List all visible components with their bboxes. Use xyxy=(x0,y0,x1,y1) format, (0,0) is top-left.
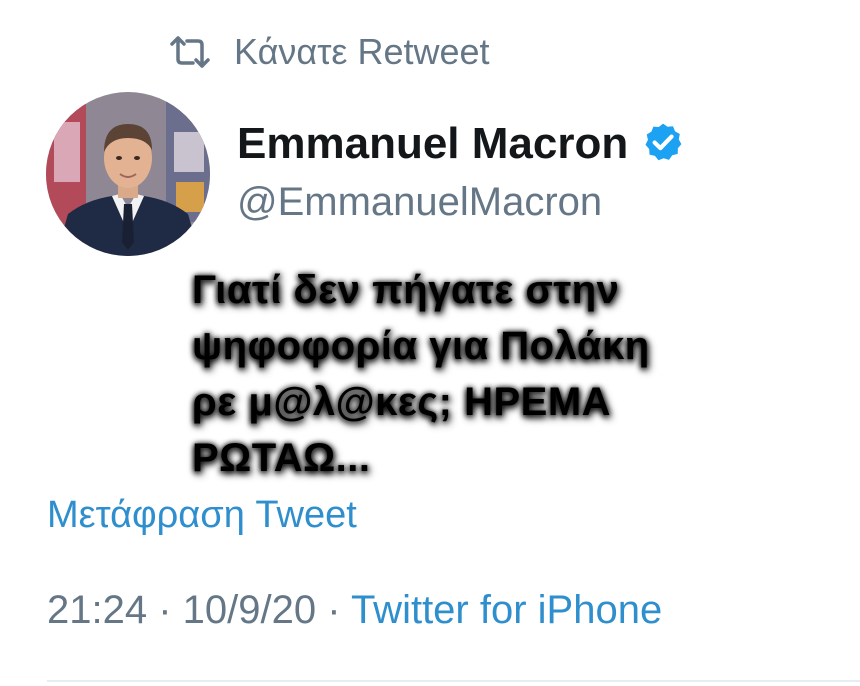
author-display-name[interactable]: Emmanuel Macron xyxy=(237,119,628,169)
verified-badge-icon xyxy=(642,121,684,168)
meta-separator: · xyxy=(147,588,183,632)
tweet-date[interactable]: 10/9/20 xyxy=(183,588,316,632)
meta-separator: · xyxy=(316,588,351,632)
translate-tweet-link[interactable]: Μετάφραση Tweet xyxy=(47,494,357,537)
retweet-label: Κάνατε Retweet xyxy=(234,31,490,72)
author-handle[interactable]: @EmmanuelMacron xyxy=(237,180,602,225)
divider xyxy=(47,680,860,682)
avatar[interactable] xyxy=(46,92,210,256)
tweet-source-link[interactable]: Twitter for iPhone xyxy=(351,588,662,632)
retweet-context: Κάνατε Retweet xyxy=(168,28,490,76)
author-name-row[interactable]: Emmanuel Macron xyxy=(237,116,684,172)
tweet-text: Γιατί δεν πήγατε στην ψηφοφορία για Πολά… xyxy=(192,268,650,480)
tweet-meta: 21:24 · 10/9/20 · Twitter for iPhone xyxy=(47,588,662,633)
tweet-time[interactable]: 21:24 xyxy=(47,588,147,632)
retweet-icon xyxy=(168,35,212,69)
